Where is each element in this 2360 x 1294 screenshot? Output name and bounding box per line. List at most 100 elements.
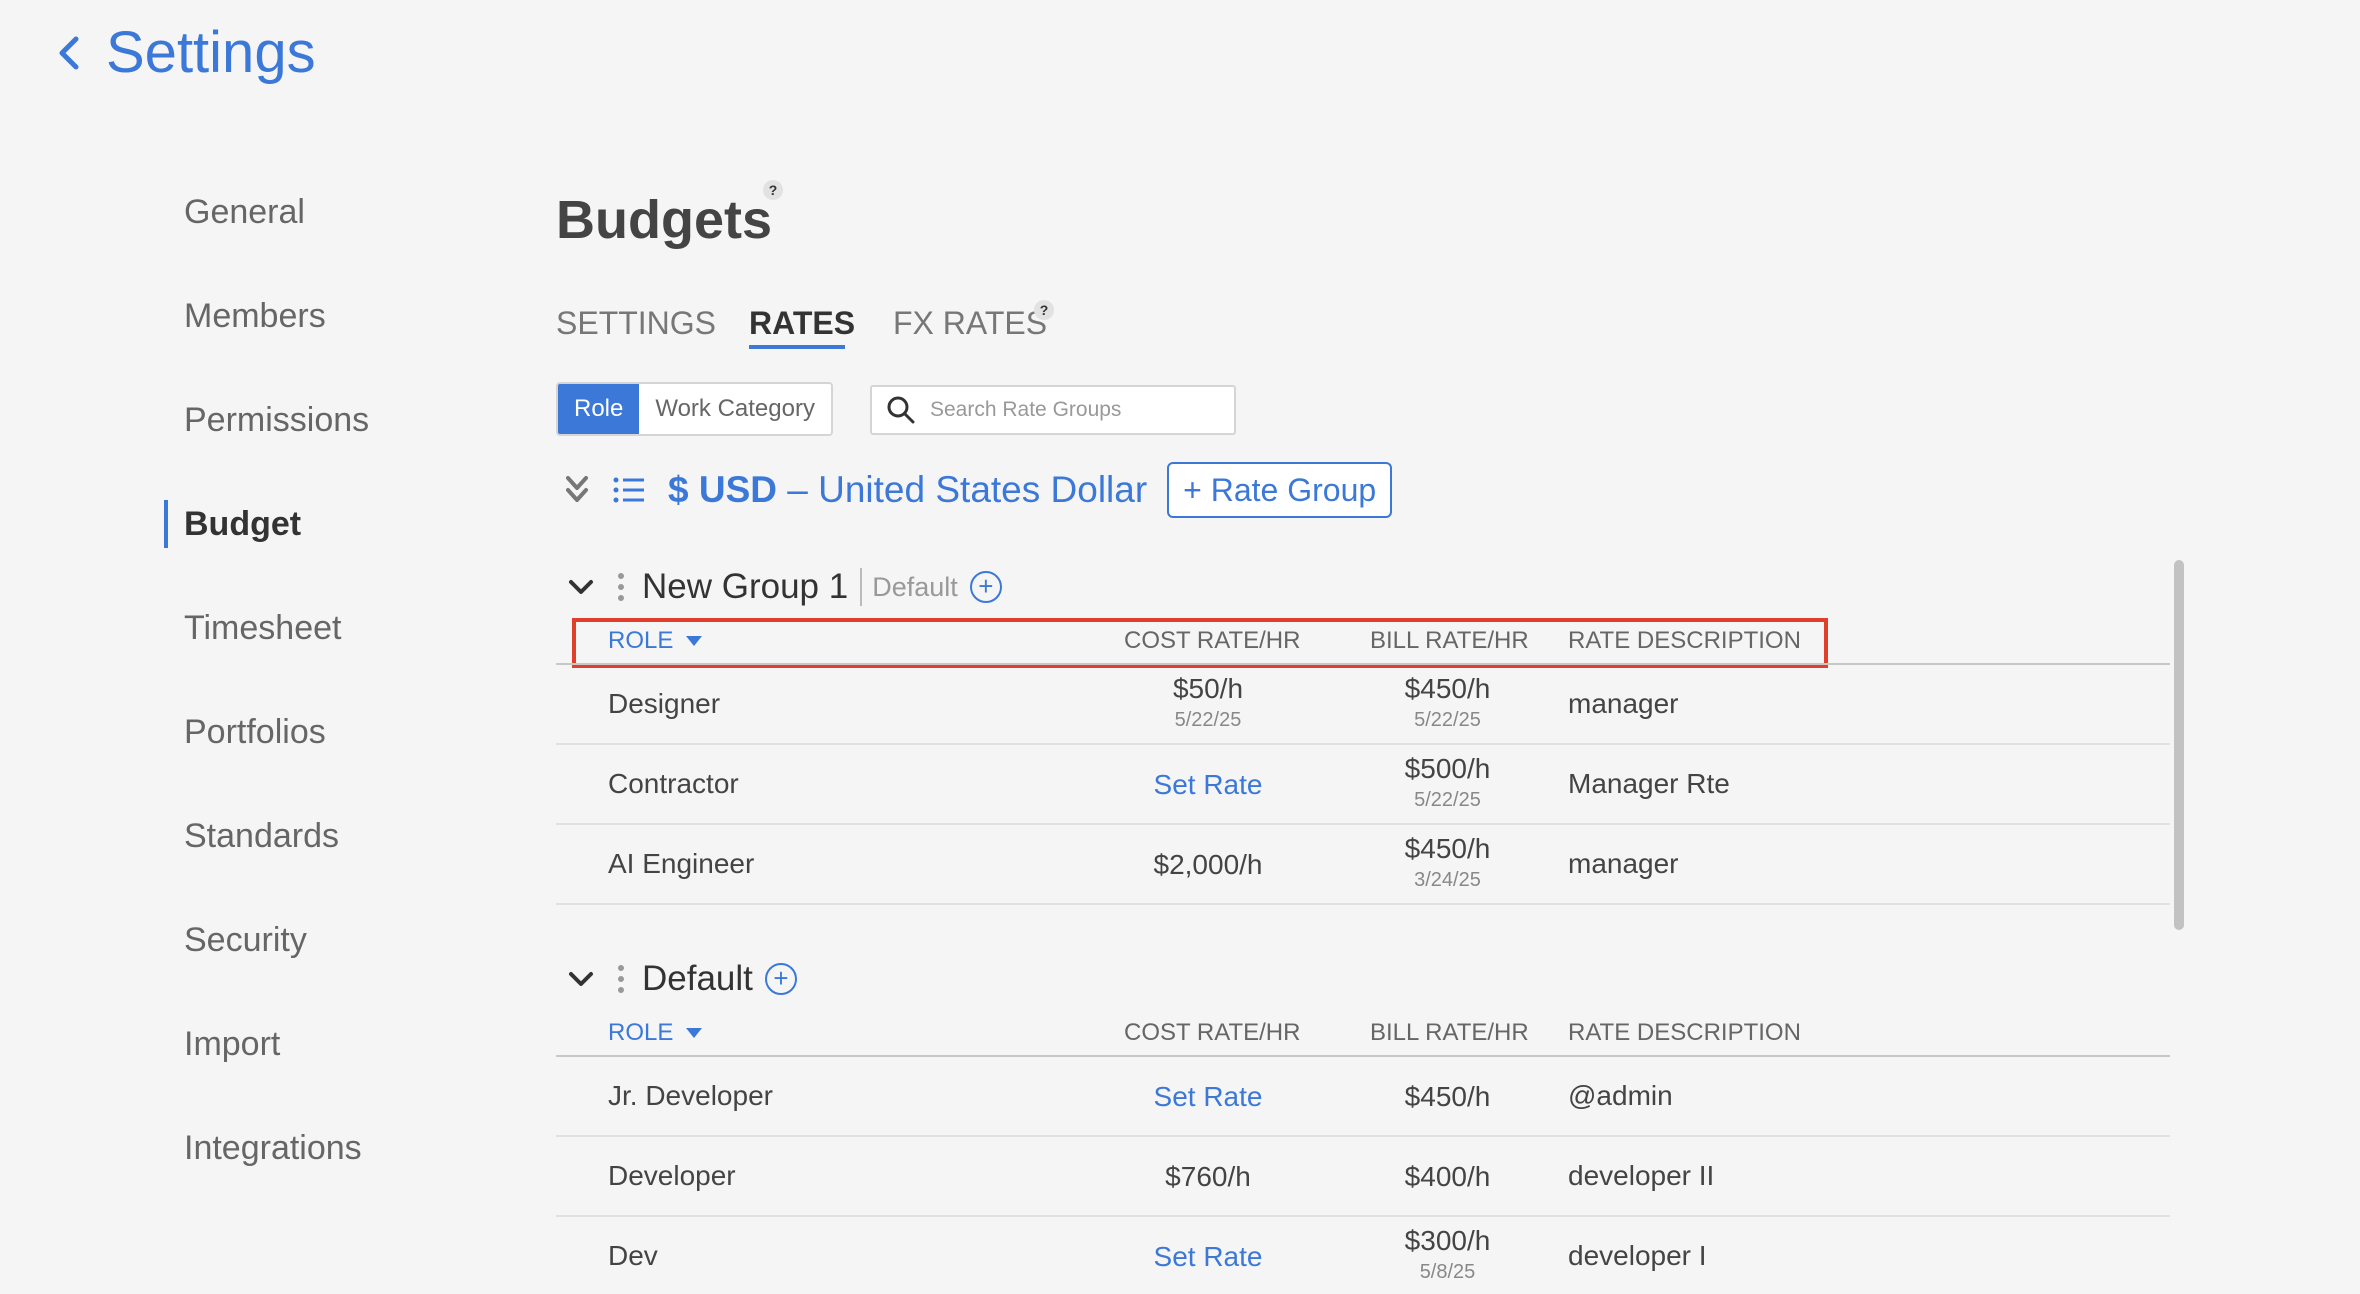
sidebar-active-indicator: [164, 500, 168, 548]
bill-rate-cell[interactable]: $500/h 5/22/25: [1370, 752, 1525, 814]
sidebar-item-budget[interactable]: Budget: [184, 501, 301, 547]
group-header-new-group-1: New Group 1 Default +: [568, 562, 1002, 612]
rate-description[interactable]: @admin: [1568, 1080, 1673, 1112]
set-rate-link[interactable]: Set Rate: [1154, 1081, 1263, 1112]
table-row-role: Developer: [608, 1160, 736, 1191]
cost-rate-column-header: COST RATE/HR: [1124, 1019, 1301, 1046]
bill-rate-cell[interactable]: $300/h 5/8/25: [1370, 1224, 1525, 1286]
currency-name: United States Dollar: [818, 469, 1148, 510]
page-title: Budgets: [556, 190, 772, 250]
tab-fx-rates[interactable]: FX RATES: [893, 300, 1047, 346]
rate-description[interactable]: developer II: [1568, 1160, 1714, 1192]
cost-rate: $760/h: [1165, 1161, 1251, 1192]
row-divider: [556, 743, 2170, 745]
bill-rate-cell[interactable]: $450/h 5/22/25: [1370, 672, 1525, 734]
cost-rate-cell[interactable]: $760/h: [1124, 1160, 1292, 1194]
sidebar-item-permissions[interactable]: Permissions: [184, 397, 369, 443]
cost-rate: $2,000/h: [1153, 849, 1263, 880]
role-header-label: ROLE: [608, 1019, 674, 1046]
bill-rate-cell[interactable]: $450/h 3/24/25: [1370, 832, 1525, 894]
currency-dash: –: [787, 469, 808, 510]
bill-rate: $500/h: [1404, 753, 1491, 784]
header-divider: [556, 1055, 2170, 1057]
sort-down-icon: [686, 1028, 703, 1038]
add-role-icon[interactable]: +: [764, 963, 797, 995]
sidebar-item-security[interactable]: Security: [184, 917, 307, 963]
rate-description[interactable]: Manager Rte: [1568, 768, 1730, 800]
sidebar-item-timesheet[interactable]: Timesheet: [184, 605, 341, 651]
table-row-role: Jr. Developer: [608, 1080, 773, 1111]
table-row-role: Dev: [608, 1240, 658, 1271]
cost-rate-cell[interactable]: $50/h 5/22/25: [1124, 672, 1292, 734]
sidebar-item-general[interactable]: General: [184, 189, 305, 235]
bill-rate: $450/h: [1404, 673, 1491, 704]
currency-title: $ USD – United States Dollar: [668, 469, 1147, 511]
chevron-down-icon[interactable]: [568, 577, 594, 597]
add-rate-group-button[interactable]: + Rate Group: [1167, 462, 1393, 518]
row-divider: [556, 1215, 2170, 1217]
header-divider: [556, 663, 2170, 665]
cost-rate-cell[interactable]: Set Rate: [1124, 1080, 1292, 1114]
column-header-highlight: [572, 618, 1828, 668]
bill-rate-date: 5/8/25: [1419, 1261, 1476, 1283]
bill-rate-cell[interactable]: $400/h: [1370, 1160, 1525, 1194]
table-row-role: AI Engineer: [608, 848, 755, 879]
currency-header: $ USD – United States Dollar + Rate Grou…: [560, 462, 1393, 518]
set-rate-link[interactable]: Set Rate: [1154, 769, 1263, 800]
rate-description[interactable]: manager: [1568, 848, 1679, 880]
chevron-left-icon: [59, 36, 79, 70]
group-header-default: Default +: [568, 954, 797, 1004]
help-icon[interactable]: ?: [763, 180, 783, 200]
default-label: Default: [872, 571, 958, 602]
group-menu-icon[interactable]: [618, 573, 624, 601]
bill-rate: $300/h: [1404, 1225, 1491, 1256]
cost-rate-cell[interactable]: Set Rate: [1124, 1240, 1292, 1274]
search-icon: [887, 396, 915, 424]
chevron-down-icon[interactable]: [568, 969, 594, 989]
role-toggle-button[interactable]: Role: [558, 384, 640, 434]
cost-rate-cell[interactable]: Set Rate: [1124, 768, 1292, 802]
fx-rates-help-icon[interactable]: ?: [1034, 300, 1054, 320]
search-input[interactable]: [928, 397, 1222, 423]
sidebar-item-members[interactable]: Members: [184, 293, 326, 339]
scrollbar[interactable]: [2174, 560, 2184, 930]
search-rate-groups: [870, 385, 1236, 435]
tab-rates[interactable]: RATES: [749, 300, 855, 346]
bill-rate-date: 5/22/25: [1414, 789, 1481, 811]
bill-rate-date: 5/22/25: [1414, 709, 1481, 731]
group-separator: [860, 568, 863, 606]
row-divider: [556, 903, 2170, 905]
bill-rate-column-header: BILL RATE/HR: [1370, 1019, 1529, 1046]
list-icon[interactable]: [612, 475, 646, 505]
table-row-role: Contractor: [608, 768, 739, 799]
cost-rate-date: 5/22/25: [1174, 709, 1242, 731]
active-tab-underline: [749, 345, 845, 349]
settings-title: Settings: [106, 20, 316, 85]
view-toggle: Role Work Category: [556, 382, 833, 436]
rate-description[interactable]: manager: [1568, 688, 1679, 720]
sidebar-item-import[interactable]: Import: [184, 1021, 280, 1067]
tab-settings[interactable]: SETTINGS: [556, 300, 716, 346]
bill-rate: $450/h: [1404, 833, 1491, 864]
cost-rate: $50/h: [1172, 673, 1244, 704]
set-rate-link[interactable]: Set Rate: [1154, 1241, 1263, 1272]
role-column-header[interactable]: ROLE: [608, 1017, 703, 1049]
add-role-icon[interactable]: +: [969, 571, 1002, 603]
row-divider: [556, 1135, 2170, 1137]
bill-rate: $450/h: [1404, 1081, 1491, 1112]
cost-rate-cell[interactable]: $2,000/h: [1124, 848, 1292, 882]
back-to-settings-button[interactable]: Settings: [54, 18, 316, 88]
bill-rate-date: 3/24/25: [1414, 869, 1481, 891]
sidebar-item-portfolios[interactable]: Portfolios: [184, 709, 326, 755]
collapse-all-icon[interactable]: [560, 470, 594, 510]
rate-description[interactable]: developer I: [1568, 1240, 1707, 1272]
row-divider: [556, 823, 2170, 825]
sidebar-item-standards[interactable]: Standards: [184, 813, 339, 859]
group-name: New Group 1: [642, 567, 849, 606]
work-category-toggle-button[interactable]: Work Category: [639, 384, 831, 434]
group-name: Default: [642, 959, 753, 998]
sidebar-item-integrations[interactable]: Integrations: [184, 1125, 362, 1171]
group-menu-icon[interactable]: [618, 965, 624, 993]
bill-rate-cell[interactable]: $450/h: [1370, 1080, 1525, 1114]
currency-code: $ USD: [668, 469, 777, 510]
